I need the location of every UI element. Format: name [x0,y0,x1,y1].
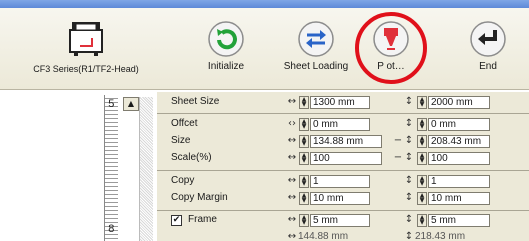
scale-x-field[interactable]: 100 [310,152,382,165]
total-x-value: 144.88 mm [298,231,349,241]
divider [157,210,529,211]
horizontal-arrow-icon: ↔ [287,135,297,146]
frame-x-field[interactable]: 5 mm [310,214,370,227]
offset-y-field[interactable]: 0 mm [428,118,490,131]
vertical-arrow-icon: ↕ [404,175,414,186]
size-x-spinner[interactable]: ▲ ▼ [299,135,309,148]
sheet-size-x-spinner[interactable]: ▲ ▼ [299,96,309,109]
refresh-icon [208,21,244,57]
scale-x-spinner[interactable]: ▲ ▼ [299,152,309,165]
copy-margin-row: Copy Margin ↔ ▲ ▼ 10 mm ↕ ▲ ▼ 10 mm [157,190,529,207]
plotter-pen-icon [373,21,409,57]
cutting-plotter-icon [69,22,103,56]
scale-y-field[interactable]: 100 [428,152,490,165]
total-y-value: 218.43 mm [415,231,466,241]
copy-margin-label: Copy Margin [171,192,228,203]
vertical-arrow-icon: ↕ [404,118,414,129]
return-arrow-icon [470,21,506,57]
vertical-scrollbar[interactable] [139,97,153,241]
offset-label: Offcet [171,118,198,129]
horizontal-arrow-icon: ↔ [287,175,297,186]
copy-margin-y-spinner[interactable]: ▲ ▼ [417,192,427,205]
size-label: Size [171,135,191,146]
preview-pane[interactable] [0,91,152,241]
copy-label: Copy [171,175,195,186]
window-titlebar [0,0,529,8]
sheet-size-label: Sheet Size [171,96,220,107]
copy-margin-x-field[interactable]: 10 mm [310,192,370,205]
divider [157,113,529,114]
swap-arrows-icon [298,21,334,57]
frame-x-spinner[interactable]: ▲ ▼ [299,214,309,227]
scale-y-spinner[interactable]: ▲ ▼ [417,152,427,165]
size-x-field[interactable]: 134.88 mm [310,135,382,148]
horizontal-arrow-icon: ↔ [287,192,297,203]
sheet-size-row: Sheet Size ↔ ▲ ▼ 1300 mm ↕ ▲ ▼ 2000 mm [157,94,529,111]
printer-label: CF3 Series(R1/TF2-Head) [33,64,139,74]
copy-row: Copy ↔ ▲ ▼ 1 ↕ ▲ ▼ 1 [157,173,529,190]
vertical-ruler [104,95,118,241]
ruler-number-bottom: 8 [108,224,115,236]
scale-row: Scale(%) ↔ ▲ ▼ 100 − ↕ ▲ ▼ 100 [157,150,529,167]
link-dash-icon: − [393,135,403,146]
frame-label: Frame [188,214,217,225]
copy-margin-x-spinner[interactable]: ▲ ▼ [299,192,309,205]
end-button[interactable]: End [442,20,529,86]
link-dash-icon: − [393,152,403,163]
printer-selector[interactable]: CF3 Series(R1/TF2-Head) [30,18,142,88]
offset-arrow-icon: ‹› [288,118,296,129]
copy-x-field[interactable]: 1 [310,175,370,188]
total-size-row: ↔ 144.88 mm ↕ 218.43 mm [157,229,529,241]
copy-y-spinner[interactable]: ▲ ▼ [417,175,427,188]
frame-y-spinner[interactable]: ▲ ▼ [417,214,427,227]
sheet-size-x-field[interactable]: 1300 mm [310,96,370,109]
vertical-arrow-icon: ↕ [404,214,414,225]
scroll-up-button[interactable]: ▲ [123,97,139,111]
horizontal-arrow-icon: ↔ [287,152,297,163]
horizontal-arrow-icon: ↔ [287,214,297,225]
horizontal-arrow-icon: ↔ [287,231,297,241]
plot-label: P ot… [377,61,405,72]
offset-x-spinner[interactable]: ▲ ▼ [299,118,309,131]
scale-label: Scale(%) [171,152,212,163]
end-label: End [479,61,497,72]
vertical-arrow-icon: ↕ [404,135,414,146]
divider [157,170,529,171]
copy-margin-y-field[interactable]: 10 mm [428,192,490,205]
copy-x-spinner[interactable]: ▲ ▼ [299,175,309,188]
toolbar: CF3 Series(R1/TF2-Head) Initialize Sheet… [0,8,529,90]
offset-y-spinner[interactable]: ▲ ▼ [417,118,427,131]
vertical-arrow-icon: ↕ [404,152,414,163]
plot-button[interactable]: P ot… [345,20,437,86]
vertical-arrow-icon: ↕ [404,96,414,107]
plot-settings-panel: Sheet Size ↔ ▲ ▼ 1300 mm ↕ ▲ ▼ 2000 mm Off… [157,92,529,241]
vertical-arrow-icon: ↕ [404,231,414,241]
offset-row: Offcet ‹› ▲ ▼ 0 mm ↕ ▲ ▼ 0 mm [157,116,529,133]
frame-row: ✔ Frame ↔ ▲ ▼ 5 mm ↕ ▲ ▼ 5 mm [157,212,529,229]
frame-checkbox[interactable]: ✔ [171,215,182,226]
ruler-number-top: 5 [108,99,115,111]
sheet-size-y-spinner[interactable]: ▲ ▼ [417,96,427,109]
horizontal-arrow-icon: ↔ [287,96,297,107]
offset-x-field[interactable]: 0 mm [310,118,370,131]
size-y-spinner[interactable]: ▲ ▼ [417,135,427,148]
frame-y-field[interactable]: 5 mm [428,214,490,227]
initialize-button[interactable]: Initialize [180,20,272,86]
initialize-label: Initialize [207,61,245,72]
vertical-arrow-icon: ↕ [404,192,414,203]
copy-y-field[interactable]: 1 [428,175,490,188]
sheet-size-y-field[interactable]: 2000 mm [428,96,490,109]
size-y-field[interactable]: 208.43 mm [428,135,490,148]
size-row: Size ↔ ▲ ▼ 134.88 mm − ↕ ▲ ▼ 208.43 mm [157,133,529,150]
